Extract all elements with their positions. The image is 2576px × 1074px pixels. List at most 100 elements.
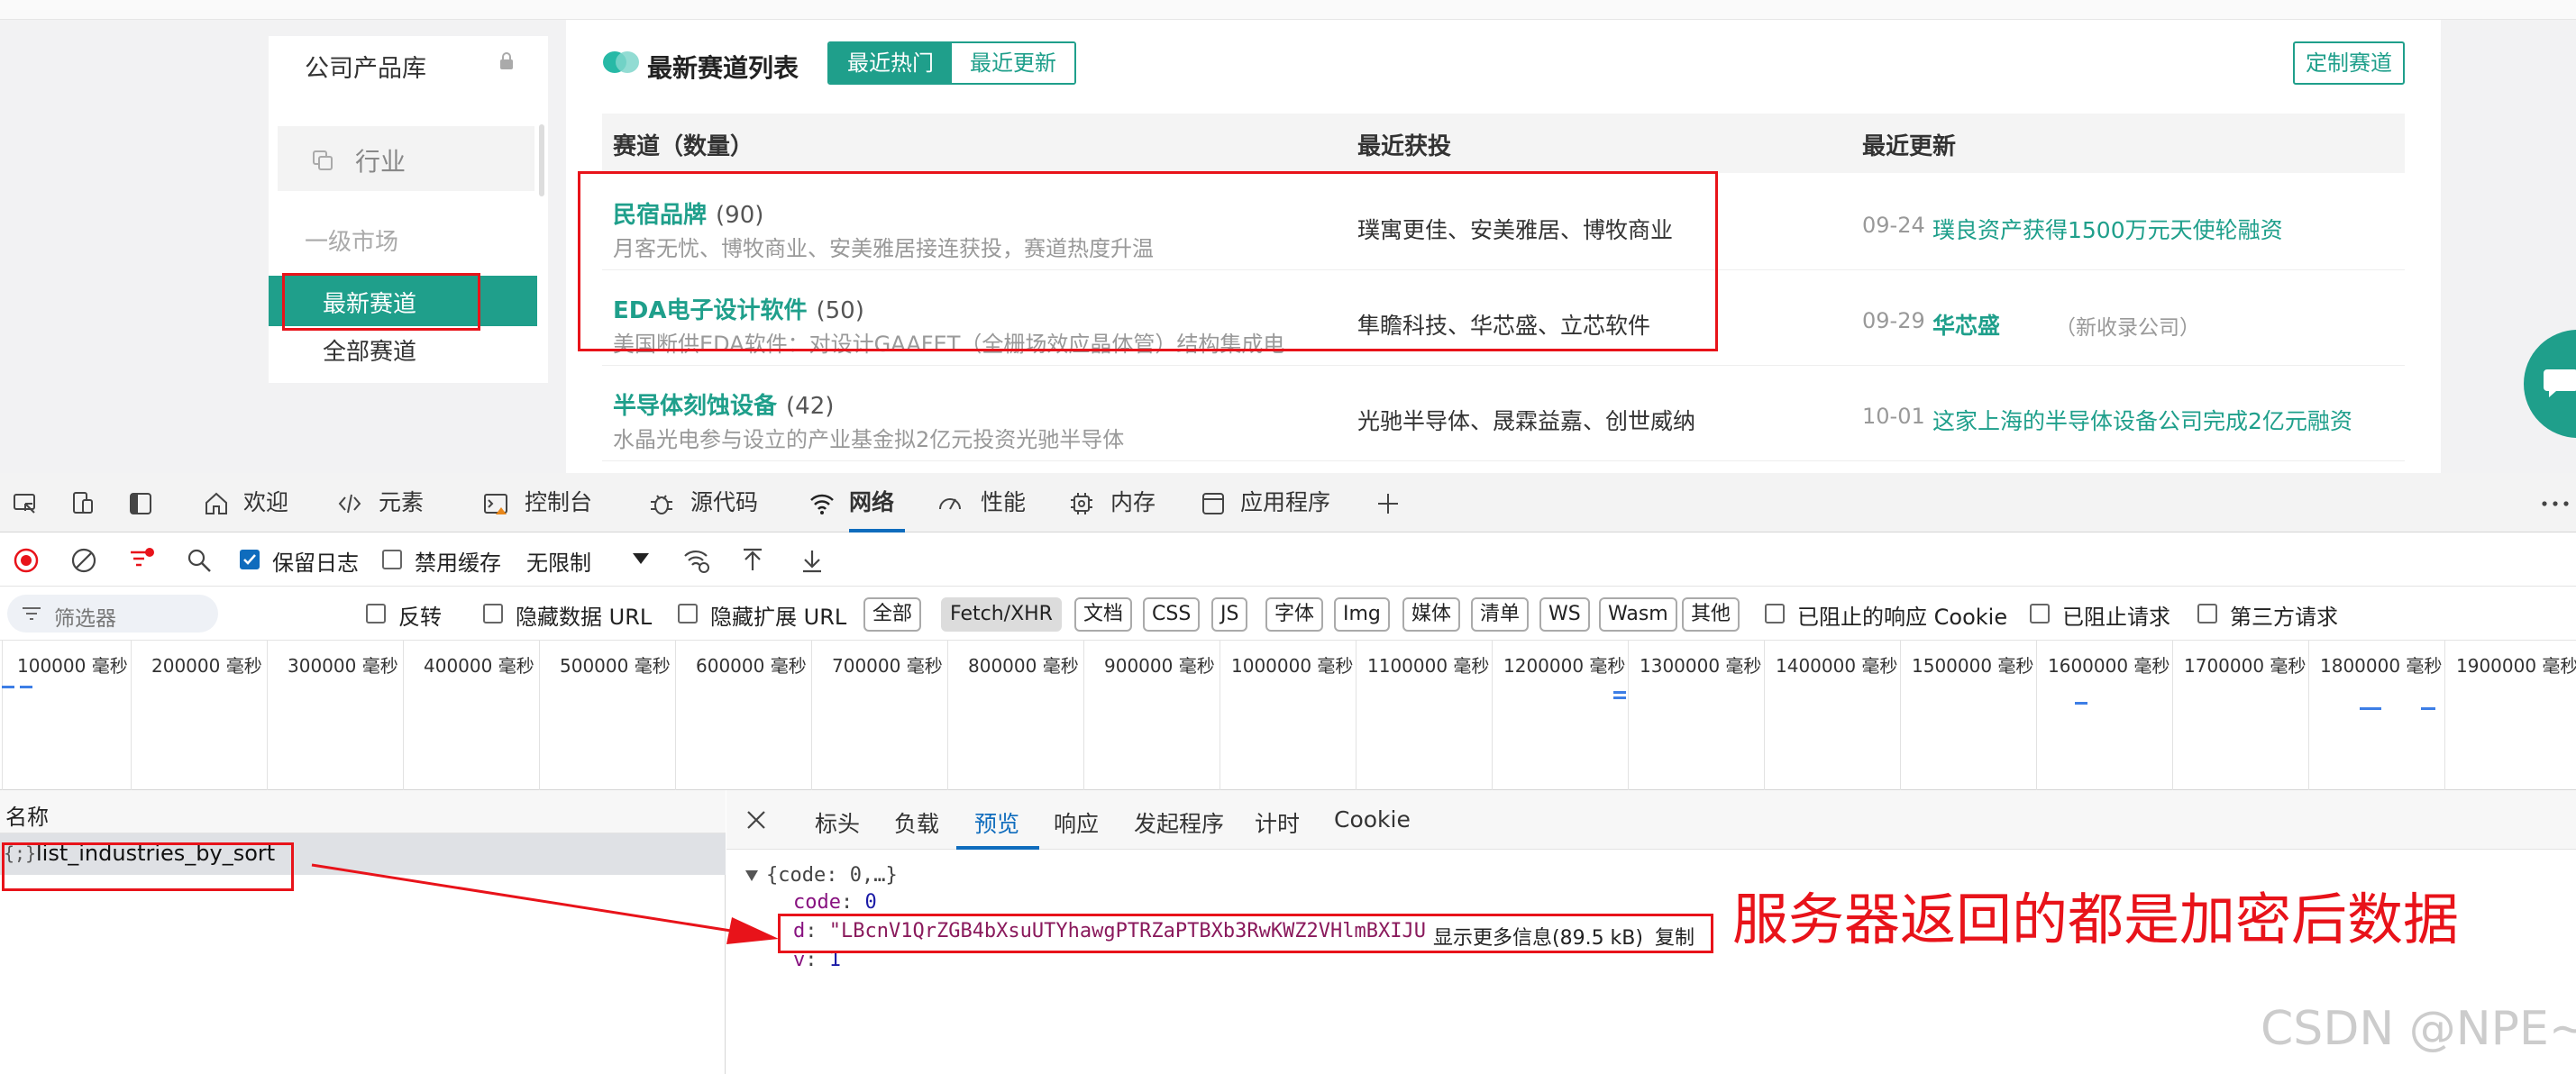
- update-news-link[interactable]: 璞良资产获得1500万元天使轮融资: [1932, 213, 2283, 245]
- record-stop-icon[interactable]: [13, 547, 40, 574]
- tab-headers[interactable]: 标头: [815, 806, 860, 839]
- filter-chip-css[interactable]: CSS: [1143, 597, 1201, 632]
- hide-data-url-checkbox[interactable]: [483, 604, 503, 623]
- nav-item-industry[interactable]: 行业: [278, 126, 534, 191]
- dock-sidebar-icon[interactable]: [128, 491, 153, 516]
- update-news-link[interactable]: 这家上海的半导体设备公司完成2亿元融资: [1932, 404, 2352, 436]
- tab-recent-update[interactable]: 最近更新: [952, 43, 1074, 83]
- timeline-tick-label: 1400000 毫秒: [1776, 655, 1898, 677]
- tab-sources[interactable]: 源代码: [690, 473, 758, 532]
- filter-chip-other[interactable]: 其他: [1682, 597, 1740, 632]
- filter-chip-doc[interactable]: 文档: [1074, 597, 1133, 632]
- application-window-icon: [1202, 493, 1224, 514]
- tab-preview[interactable]: 预览: [974, 806, 1019, 839]
- tab-recent-hot[interactable]: 最近热门: [829, 43, 952, 83]
- track-name[interactable]: 半导体刻蚀设备: [613, 393, 777, 420]
- filter-funnel-icon[interactable]: [128, 547, 155, 574]
- copy-icon: [313, 150, 333, 170]
- update-date: 09-29: [1862, 308, 1925, 333]
- hide-ext-url-checkbox[interactable]: [678, 604, 698, 623]
- search-icon[interactable]: [186, 547, 213, 574]
- tab-timing[interactable]: 计时: [1255, 806, 1300, 839]
- blocked-cookie-checkbox[interactable]: [1765, 604, 1785, 623]
- update-news-link[interactable]: 华芯盛: [1932, 308, 2000, 341]
- import-har-icon[interactable]: [739, 547, 766, 574]
- page-top-strip: [0, 0, 2576, 20]
- tab-cookies[interactable]: Cookie: [1334, 806, 1411, 833]
- third-party-label: 第三方请求: [2230, 605, 2338, 630]
- highlight-box-request: [2, 842, 294, 891]
- timeline-tick-label: 200000 毫秒: [151, 655, 262, 677]
- product-library-title: 公司产品库: [305, 55, 426, 83]
- filter-chip-ws[interactable]: WS: [1539, 597, 1590, 632]
- left-nav-panel: 公司产品库 行业 一级市场 最新赛道 全部赛道: [269, 36, 548, 383]
- timeline-request-mark: [2075, 702, 2087, 705]
- filter-chip-media[interactable]: 媒体: [1402, 597, 1461, 632]
- tab-network[interactable]: 网络: [849, 473, 906, 532]
- tab-performance[interactable]: 性能: [981, 473, 1026, 532]
- column-header-investors: 最近获投: [1357, 133, 1452, 160]
- clear-icon[interactable]: [70, 547, 97, 574]
- network-conditions-icon[interactable]: [683, 547, 710, 574]
- left-panel-scrollbar[interactable]: [539, 124, 544, 196]
- network-timeline-overview[interactable]: 100000 毫秒 200000 毫秒 300000 毫秒 400000 毫秒 …: [0, 641, 2576, 790]
- timeline-tick-label: 100000 毫秒: [17, 655, 128, 677]
- tab-payload[interactable]: 负载: [894, 806, 939, 839]
- disable-cache-checkbox[interactable]: [382, 550, 402, 569]
- third-party-checkbox[interactable]: [2197, 604, 2217, 623]
- table-row[interactable]: 半导体刻蚀设备 (42) 水晶光电参与设立的产业基金拟2亿元投资光驰半导体 光驰半…: [602, 366, 2405, 461]
- tab-response[interactable]: 响应: [1054, 806, 1099, 839]
- highlight-box-encrypted-data: [778, 914, 1713, 953]
- chat-float-button[interactable]: [2524, 330, 2576, 438]
- export-har-icon[interactable]: [799, 547, 826, 574]
- recent-investors: 光驰半导体、晟霖益嘉、创世威纳: [1357, 408, 1696, 434]
- add-tab-icon[interactable]: [1375, 491, 1401, 516]
- tab-elements[interactable]: 元素: [379, 473, 424, 532]
- more-options-icon[interactable]: [2540, 491, 2571, 516]
- inspect-icon[interactable]: [13, 491, 38, 516]
- json-root-summary[interactable]: {code: 0,…}: [766, 864, 898, 887]
- tab-console[interactable]: 控制台: [525, 473, 592, 532]
- track-name-link[interactable]: 半导体刻蚀设备 (42): [613, 387, 834, 421]
- wifi-icon: [810, 494, 834, 514]
- filter-chip-all[interactable]: 全部: [863, 597, 922, 632]
- blocked-requests-label: 已阻止请求: [2062, 605, 2170, 630]
- timeline-tick: 400000 毫秒: [403, 641, 534, 790]
- filter-chip-img[interactable]: Img: [1334, 597, 1390, 632]
- json-code-line: code: 0: [793, 891, 877, 914]
- custom-track-button[interactable]: 定制赛道: [2293, 41, 2405, 85]
- filter-chip-fetch-xhr[interactable]: Fetch/XHR: [941, 597, 1062, 632]
- chevron-down-icon[interactable]: [631, 551, 651, 567]
- tab-memory[interactable]: 内存: [1110, 473, 1156, 532]
- device-toggle-icon[interactable]: [70, 491, 96, 516]
- filter-placeholder: 筛选器: [54, 607, 116, 631]
- timeline-tick-label: 700000 毫秒: [832, 655, 943, 677]
- filter-chip-wasm[interactable]: Wasm: [1599, 597, 1677, 632]
- filter-chip-manifest[interactable]: 清单: [1471, 597, 1530, 632]
- tab-welcome[interactable]: 欢迎: [243, 473, 288, 532]
- timeline-tick-label: 1600000 毫秒: [2048, 655, 2170, 677]
- timeline-request-mark: [20, 686, 32, 688]
- filter-input[interactable]: 筛选器: [7, 595, 218, 633]
- timeline-request-mark: [1613, 696, 1626, 699]
- devtools-panel: 欢迎 元素 控制台 源代码 网络 性能 内存 应用程序 保留日志 禁用缓存 无限…: [0, 473, 2576, 1074]
- preserve-log-checkbox[interactable]: [240, 550, 260, 569]
- timeline-tick: 300000 毫秒: [267, 641, 398, 790]
- network-toolbar: 保留日志 禁用缓存 无限制: [0, 532, 2576, 587]
- blocked-requests-checkbox[interactable]: [2030, 604, 2050, 623]
- detail-tab-bar: 标头 负载 预览 响应 发起程序 计时 Cookie: [726, 790, 2576, 850]
- hide-ext-url-label: 隐藏扩展 URL: [710, 605, 847, 630]
- check-icon: [243, 554, 256, 565]
- filter-chip-js[interactable]: JS: [1211, 597, 1248, 632]
- tab-application[interactable]: 应用程序: [1240, 473, 1330, 532]
- filter-chip-font[interactable]: 字体: [1265, 597, 1324, 632]
- invert-checkbox[interactable]: [366, 604, 386, 623]
- close-icon[interactable]: [746, 810, 766, 830]
- sort-tabs: 最近热门 最近更新: [827, 41, 1076, 85]
- column-header-name[interactable]: 名称: [5, 799, 49, 831]
- timeline-tick: 1800000 毫秒: [2308, 641, 2442, 790]
- nav-item-all-track[interactable]: 全部赛道: [323, 333, 416, 367]
- throttle-select[interactable]: 无限制: [526, 545, 591, 577]
- code-icon: [338, 494, 361, 514]
- tab-initiator[interactable]: 发起程序: [1134, 806, 1224, 839]
